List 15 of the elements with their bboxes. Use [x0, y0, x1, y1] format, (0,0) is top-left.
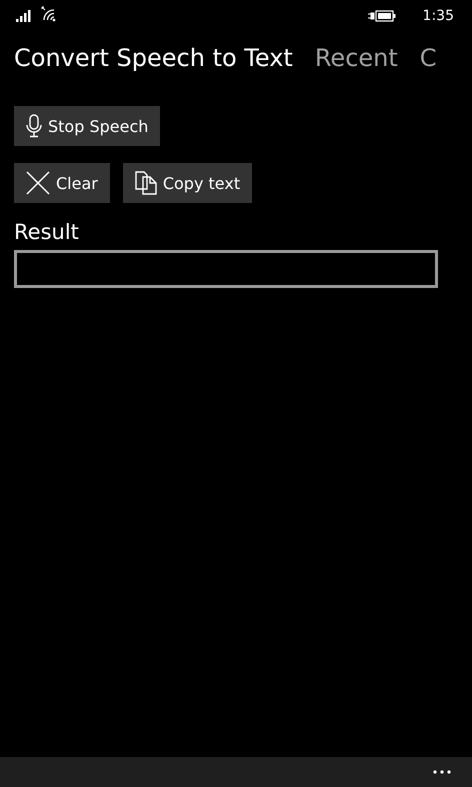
copy-icon	[134, 171, 157, 195]
result-label: Result	[14, 220, 80, 244]
app-button[interactable]: Stop Speech	[14, 106, 160, 146]
wifi-icon	[41, 6, 57, 22]
app-button[interactable]: Clear	[14, 163, 110, 203]
clock-time: 1:35	[422, 8, 454, 24]
more-icon[interactable]	[432, 769, 452, 775]
pivot-header[interactable]: Convert Speech to Text	[14, 44, 293, 94]
result-field[interactable]	[14, 250, 438, 288]
pivot-header[interactable]: C	[420, 44, 437, 94]
battery-icon	[368, 9, 396, 23]
microphone-icon	[26, 114, 42, 138]
pivot-header[interactable]: Recent	[314, 44, 398, 94]
app-button[interactable]: Copy text	[122, 163, 252, 203]
close-icon	[26, 171, 50, 195]
